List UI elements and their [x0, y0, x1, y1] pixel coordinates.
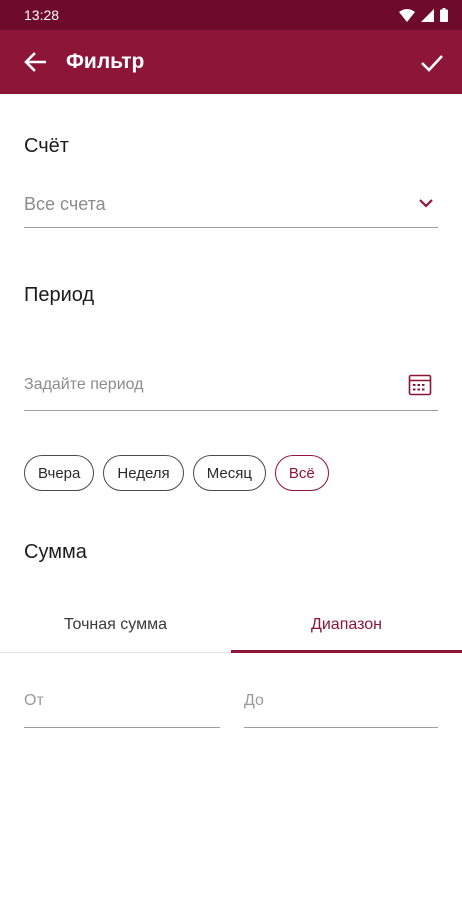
check-icon: [421, 55, 443, 72]
tab-indicator: [231, 650, 462, 653]
wifi-icon: [399, 8, 415, 22]
period-section-title: Период: [24, 284, 95, 306]
status-time: 13:28: [24, 7, 60, 23]
period-placeholder: Задайте период: [24, 376, 144, 393]
tab-exact-amount[interactable]: Точная сумма: [0, 600, 231, 650]
chip-month[interactable]: Месяц: [192, 455, 266, 491]
chip-yesterday[interactable]: Вчера: [24, 455, 95, 491]
tab-range[interactable]: Диапазон: [231, 600, 462, 650]
status-bar: 13:28: [0, 0, 462, 30]
amount-from-placeholder: От: [24, 692, 44, 709]
amount-from-field[interactable]: От: [24, 680, 220, 728]
account-dropdown[interactable]: Все счета: [24, 186, 438, 228]
amount-section-title: Сумма: [24, 541, 87, 563]
amount-to-placeholder: До: [244, 692, 264, 709]
amount-from-underline: [24, 727, 220, 728]
chevron-down-icon: [419, 199, 433, 208]
chip-all[interactable]: Всё: [274, 455, 329, 491]
period-chips: Вчера Неделя Месяц Всё: [24, 455, 329, 491]
account-underline: [24, 227, 438, 228]
amount-to-field[interactable]: До: [244, 680, 438, 728]
account-selected-value: Все счета: [24, 194, 106, 214]
battery-icon: [440, 8, 448, 22]
chip-week[interactable]: Неделя: [103, 455, 184, 491]
page-title: Фильтр: [66, 50, 145, 73]
back-button[interactable]: [22, 49, 48, 75]
amount-tabs: Точная сумма Диапазон: [0, 600, 462, 653]
calendar-icon[interactable]: [408, 374, 432, 396]
confirm-button[interactable]: [418, 49, 446, 77]
arrow-left-icon: [24, 52, 46, 72]
amount-to-underline: [244, 727, 438, 728]
period-input[interactable]: Задайте период: [24, 366, 438, 411]
status-icons: [399, 8, 448, 22]
period-underline: [24, 410, 438, 411]
app-bar: Фильтр: [0, 30, 462, 94]
account-section-title: Счёт: [24, 135, 69, 157]
signal-icon: [421, 8, 434, 22]
